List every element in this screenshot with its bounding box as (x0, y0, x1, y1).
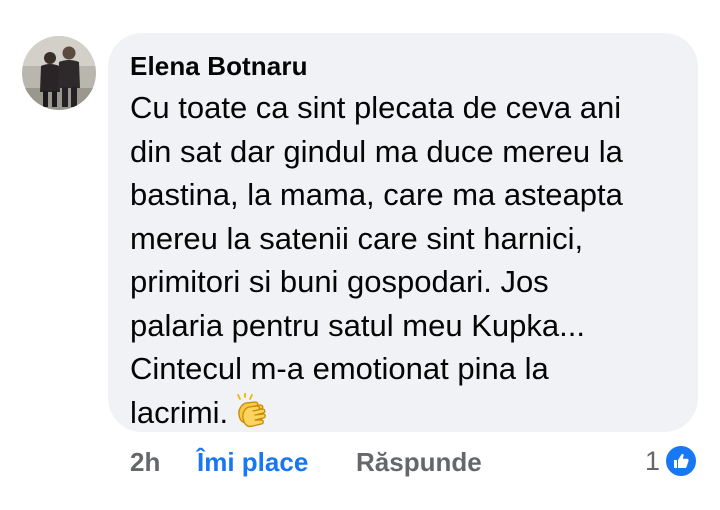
avatar[interactable] (22, 36, 96, 110)
comment-text-line: palaria pentru satul meu Kupka... (130, 307, 585, 343)
comment-text-line: mereu la satenii care sint harnici, (130, 220, 584, 256)
comment-timestamp[interactable]: 2h (130, 445, 160, 479)
comment-text-line: Cu toate ca sint plecata de ceva ani (130, 90, 622, 125)
comment-bubble: Elena Botnaru Cu toate ca sint plecata d… (108, 33, 698, 432)
comment-text-line: Cintecul m-a emotionat pina la (130, 351, 549, 386)
clapping-hands-icon (232, 392, 270, 431)
reaction-summary[interactable]: 1 (645, 444, 698, 478)
reply-button[interactable]: Răspunde (356, 445, 482, 479)
like-button[interactable]: Îmi place (197, 445, 308, 479)
comment-text-line: din sat dar gindul ma duce mereu la (130, 133, 623, 169)
comment-author[interactable]: Elena Botnaru (130, 50, 676, 82)
comment-text-line-last: lacrimi. (130, 391, 690, 435)
reaction-count: 1 (644, 446, 660, 476)
comment-actions: 2h Îmi place Răspunde 1 (130, 444, 720, 479)
comment-text-line: bastina, la mama, care ma asteapta (130, 177, 623, 212)
comment-text-line: primitori si buni gospodari. Jos (130, 264, 549, 299)
like-thumbs-up-icon (664, 444, 698, 478)
comment-text-line: lacrimi. (130, 394, 229, 430)
comment-text: Cu toate ca sint plecata de ceva ani din… (130, 86, 690, 434)
